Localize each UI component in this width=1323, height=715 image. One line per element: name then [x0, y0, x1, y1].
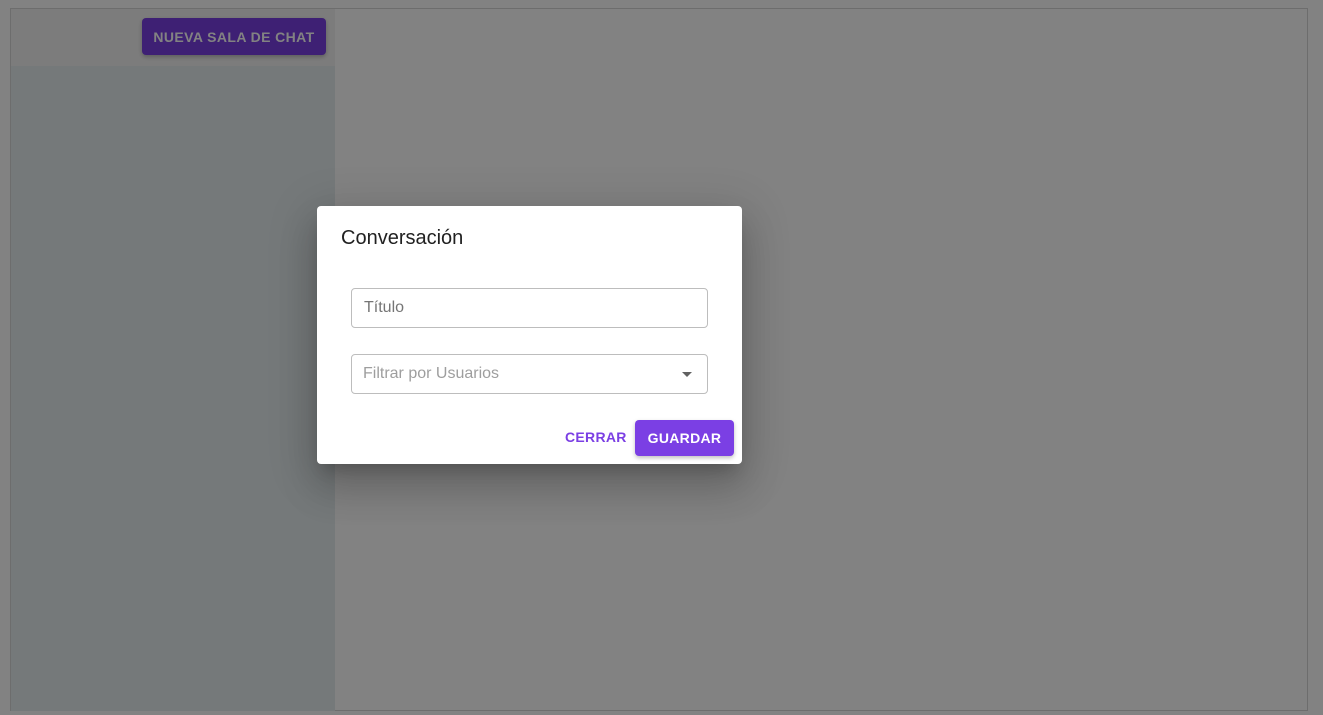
title-input[interactable] [352, 289, 707, 327]
title-field-container [351, 288, 708, 328]
users-filter-placeholder: Filtrar por Usuarios [363, 365, 500, 382]
close-button[interactable]: CERRAR [557, 422, 635, 452]
dialog-title: Conversación [341, 227, 464, 249]
conversation-dialog: Conversación Filtrar por Usuarios CERRAR… [317, 206, 742, 464]
chevron-down-icon[interactable] [682, 372, 692, 377]
save-button[interactable]: GUARDAR [635, 420, 734, 456]
users-filter-select[interactable]: Filtrar por Usuarios [351, 354, 708, 394]
